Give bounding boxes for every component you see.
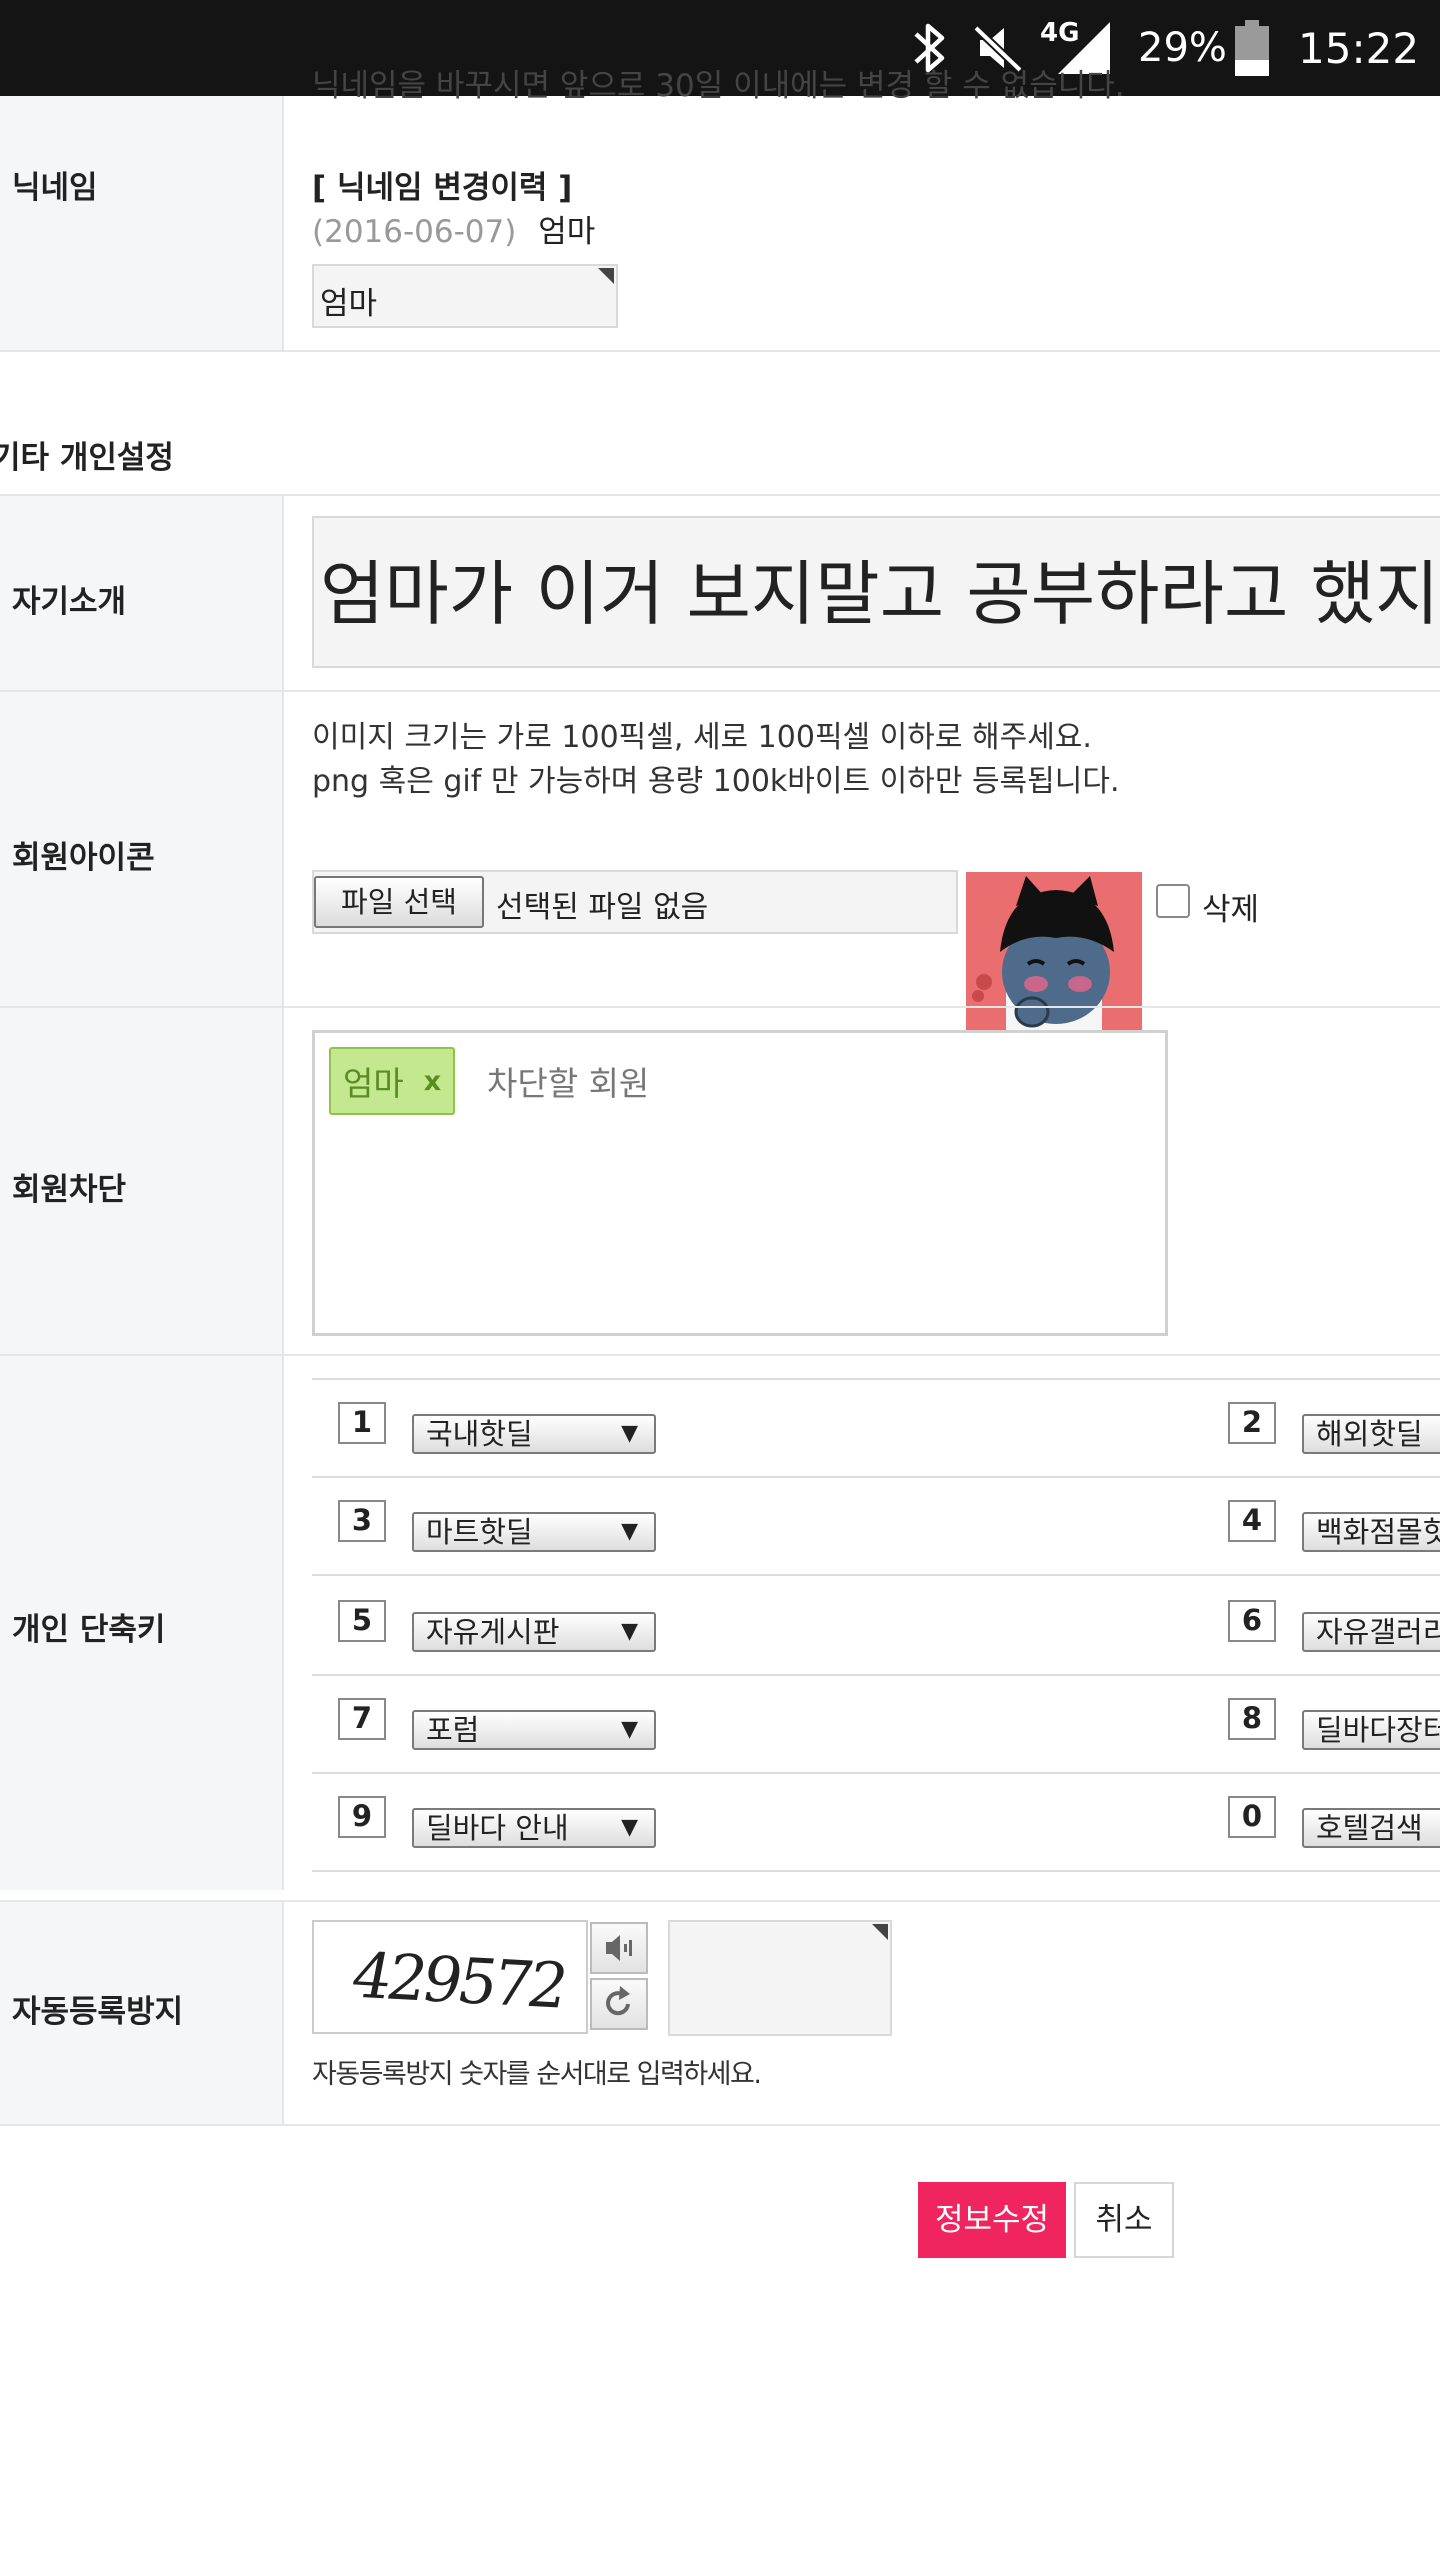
shortcut-select-5[interactable]: 자유게시판 ▼ bbox=[412, 1612, 656, 1652]
shortcut-select-1[interactable]: 국내핫딜 ▼ bbox=[412, 1414, 656, 1454]
captcha-code: 429572 bbox=[345, 1938, 571, 2023]
remove-tag-button[interactable]: x bbox=[424, 1066, 441, 1097]
divider bbox=[312, 1772, 1440, 1774]
nickname-row: 닉네임 [ 닉네임 변경이력 ] (2016-06-07) 엄마 엄마 bbox=[0, 96, 1440, 350]
shortcut-number: 3 bbox=[338, 1500, 386, 1542]
battery-icon bbox=[1232, 0, 1272, 96]
icon-label-cell: 회원아이콘 bbox=[0, 692, 284, 1006]
shortcut-number: 5 bbox=[338, 1600, 386, 1642]
shortcut-select-4[interactable]: 백화점몰핫딜 bbox=[1302, 1512, 1440, 1552]
shortcut-select-value: 자유갤러리 bbox=[1316, 1615, 1440, 1649]
divider bbox=[312, 1574, 1440, 1576]
nickname-history-title: [ 닉네임 변경이력 ] bbox=[312, 170, 573, 206]
dropdown-arrow-icon: ▼ bbox=[621, 1717, 638, 1742]
nickname-label-cell: 닉네임 bbox=[0, 96, 284, 350]
shortcut-select-6[interactable]: 자유갤러리 bbox=[1302, 1612, 1440, 1652]
captcha-input[interactable] bbox=[668, 1920, 892, 2036]
shortcut-select-value: 호텔검색 bbox=[1316, 1811, 1423, 1845]
captcha-label-cell: 자동등록방지 bbox=[0, 1902, 284, 2124]
divider bbox=[312, 1378, 1440, 1380]
delete-checkbox[interactable] bbox=[1156, 884, 1190, 918]
shortcut-select-value: 자유게시판 bbox=[426, 1615, 560, 1649]
captcha-audio-button[interactable] bbox=[590, 1922, 648, 1974]
divider bbox=[312, 1870, 1440, 1872]
block-member-placeholder[interactable]: 차단할 회원 bbox=[487, 1057, 649, 1105]
shortcut-select-0[interactable]: 호텔검색 bbox=[1302, 1808, 1440, 1848]
dropdown-arrow-icon: ▼ bbox=[621, 1619, 638, 1644]
captcha-hint: 자동등록방지 숫자를 순서대로 입력하세요. bbox=[312, 2059, 762, 2090]
shortcuts-label-cell: 개인 단축키 bbox=[0, 1356, 284, 1890]
intro-text: 엄마가 이거 보지말고 공부하라고 했지 bbox=[320, 553, 1440, 635]
shortcut-select-8[interactable]: 딜바다장터 bbox=[1302, 1710, 1440, 1750]
resize-corner-icon bbox=[872, 1924, 888, 1940]
shortcuts-row: 개인 단축키 1 국내핫딜 ▼ 2 해외핫딜 3 마트핫딜 ▼ 4 백화점몰핫딜 5… bbox=[0, 1356, 1440, 1890]
intro-row: 자기소개 엄마가 이거 보지말고 공부하라고 했지 bbox=[0, 496, 1440, 690]
file-select-button[interactable]: 파일 선택 bbox=[314, 876, 484, 928]
nickname-input-value: 엄마 bbox=[320, 286, 378, 322]
shortcut-select-value: 백화점몰핫딜 bbox=[1316, 1515, 1440, 1549]
file-status: 선택된 파일 없음 bbox=[496, 890, 709, 925]
block-label-cell: 회원차단 bbox=[0, 1008, 284, 1354]
shortcut-select-7[interactable]: 포럼 ▼ bbox=[412, 1710, 656, 1750]
divider bbox=[0, 350, 1440, 352]
shortcut-select-value: 딜바다장터 bbox=[1316, 1713, 1440, 1747]
shortcut-select-value: 딜바다 안내 bbox=[426, 1811, 569, 1845]
refresh-icon bbox=[606, 1986, 630, 2016]
block-member-box[interactable]: 엄마 x 차단할 회원 bbox=[312, 1030, 1168, 1336]
nickname-history-date: (2016-06-07) bbox=[312, 214, 517, 250]
submit-button[interactable]: 정보수정 bbox=[918, 2182, 1066, 2258]
shortcut-number: 0 bbox=[1228, 1796, 1276, 1838]
blocked-member-tag: 엄마 x bbox=[329, 1047, 456, 1115]
nickname-label: 닉네임 bbox=[12, 170, 98, 206]
captcha-row: 자동등록방지 429572 자동등록방지 숫자를 순서대로 입력하세요. bbox=[0, 1902, 1440, 2124]
divider bbox=[312, 1476, 1440, 1478]
intro-label: 자기소개 bbox=[12, 584, 127, 620]
shortcut-select-2[interactable]: 해외핫딜 bbox=[1302, 1414, 1440, 1454]
clock: 15:22 bbox=[1298, 23, 1420, 73]
shortcut-number: 6 bbox=[1228, 1600, 1276, 1642]
shortcut-number: 9 bbox=[338, 1796, 386, 1838]
nickname-history-name: 엄마 bbox=[538, 214, 596, 250]
delete-label: 삭제 bbox=[1202, 892, 1260, 928]
battery-percent: 29% bbox=[1138, 25, 1227, 71]
divider bbox=[0, 2124, 1440, 2126]
intro-textarea[interactable]: 엄마가 이거 보지말고 공부하라고 했지 bbox=[312, 516, 1440, 668]
captcha-image: 429572 bbox=[312, 1920, 588, 2034]
icon-note-2: png 혹은 gif 만 가능하며 용량 100k바이트 이하만 등록됩니다. bbox=[312, 764, 1120, 799]
resize-corner-icon bbox=[598, 268, 614, 284]
dropdown-arrow-icon: ▼ bbox=[621, 1519, 638, 1544]
shortcut-select-9[interactable]: 딜바다 안내 ▼ bbox=[412, 1808, 656, 1848]
cancel-button[interactable]: 취소 bbox=[1074, 2182, 1174, 2258]
captcha-label: 자동등록방지 bbox=[12, 1994, 184, 2030]
speaker-icon bbox=[606, 1935, 632, 1961]
shortcut-number: 2 bbox=[1228, 1402, 1276, 1444]
shortcut-number: 1 bbox=[338, 1402, 386, 1444]
captcha-refresh-button[interactable] bbox=[590, 1978, 648, 2030]
dropdown-arrow-icon: ▼ bbox=[621, 1421, 638, 1446]
shortcut-select-value: 포럼 bbox=[426, 1713, 480, 1747]
icon-note-1: 이미지 크기는 가로 100픽셀, 세로 100픽셀 이하로 해주세요. bbox=[312, 720, 1092, 755]
shortcut-select-value: 국내핫딜 bbox=[426, 1417, 533, 1451]
shortcut-select-value: 마트핫딜 bbox=[426, 1515, 533, 1549]
section-title: 기타 개인설정 bbox=[0, 440, 174, 476]
dropdown-arrow-icon: ▼ bbox=[621, 1815, 638, 1840]
member-icon-label: 회원아이콘 bbox=[12, 840, 155, 876]
member-icon-row: 회원아이콘 이미지 크기는 가로 100픽셀, 세로 100픽셀 이하로 해주세… bbox=[0, 692, 1440, 1048]
shortcut-select-3[interactable]: 마트핫딜 ▼ bbox=[412, 1512, 656, 1552]
file-input: 파일 선택 선택된 파일 없음 bbox=[312, 870, 958, 934]
block-member-label: 회원차단 bbox=[12, 1172, 127, 1208]
shortcut-select-value: 해외핫딜 bbox=[1316, 1417, 1423, 1451]
shortcut-number: 4 bbox=[1228, 1500, 1276, 1542]
block-member-row: 회원차단 엄마 x 차단할 회원 bbox=[0, 1008, 1440, 1354]
nickname-input[interactable]: 엄마 bbox=[312, 264, 618, 328]
shortcut-number: 8 bbox=[1228, 1698, 1276, 1740]
divider bbox=[312, 1674, 1440, 1676]
shortcut-number: 7 bbox=[338, 1698, 386, 1740]
shortcuts-label: 개인 단축키 bbox=[12, 1612, 166, 1648]
blocked-member-name: 엄마 bbox=[343, 1064, 404, 1103]
intro-label-cell: 자기소개 bbox=[0, 496, 284, 690]
